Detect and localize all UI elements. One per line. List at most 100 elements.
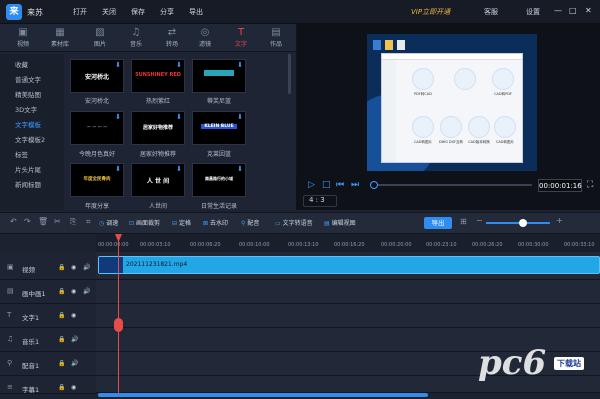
category-item[interactable]: 新闻标题 xyxy=(0,178,64,193)
undo-icon[interactable]: ↶ xyxy=(10,217,17,226)
mic-track-icon: ⚲ xyxy=(7,359,13,367)
category-item[interactable]: 3D文字 xyxy=(0,103,64,118)
lock-icon[interactable]: 🔒 xyxy=(58,264,65,271)
tab-video[interactable]: ▣ 视频 xyxy=(7,24,39,52)
remove-watermark-button[interactable]: ⊠ 去水印 xyxy=(203,218,228,227)
download-icon[interactable]: ⬇ xyxy=(176,165,182,173)
download-icon[interactable]: ⬇ xyxy=(115,61,121,69)
ruler-tick: 00:00:20:00 xyxy=(381,242,412,248)
delete-icon[interactable]: 🗑 xyxy=(38,217,48,226)
menu-open[interactable]: 打开 xyxy=(73,7,87,17)
prev-frame-icon[interactable]: ⏮ xyxy=(336,180,344,190)
zoom-slider[interactable] xyxy=(486,222,550,224)
stop-icon[interactable]: □ xyxy=(322,180,331,190)
dubbing-button[interactable]: ⚲ 配音 xyxy=(241,218,259,227)
redo-icon[interactable]: ↷ xyxy=(24,217,31,226)
lock-icon[interactable]: 🔒 xyxy=(58,384,65,391)
playhead[interactable] xyxy=(118,234,119,394)
tab-library[interactable]: ▦ 素材库 xyxy=(44,24,76,52)
tab-music[interactable]: ♫ 音乐 xyxy=(120,24,152,52)
audio-marker[interactable] xyxy=(114,318,123,332)
download-icon[interactable]: ⬇ xyxy=(176,61,182,69)
support-button[interactable]: 客服 xyxy=(484,7,498,17)
tab-filter[interactable]: ◎ 滤镜 xyxy=(189,24,221,52)
track-music: ♫ 音乐1 🔒 🔊 xyxy=(0,328,96,352)
settings-button[interactable]: 设置 xyxy=(526,7,540,17)
visible-icon[interactable]: ◉ xyxy=(71,312,76,319)
menu-close[interactable]: 关闭 xyxy=(102,7,116,17)
next-frame-icon[interactable]: ⏭ xyxy=(351,180,359,190)
pip-lane[interactable] xyxy=(96,280,600,304)
volume-icon[interactable]: 🔊 xyxy=(83,288,90,295)
download-icon[interactable]: ⬇ xyxy=(176,113,182,121)
template-thumb[interactable]: ⬇ xyxy=(192,59,246,93)
copy-icon[interactable]: ⎘ xyxy=(70,217,76,227)
minimize-icon[interactable]: — xyxy=(554,6,562,15)
visible-icon[interactable]: ◉ xyxy=(71,264,76,271)
zoom-knob[interactable] xyxy=(519,219,527,227)
export-button[interactable]: 导出 xyxy=(424,217,452,229)
vip-link[interactable]: VIP立即开通 xyxy=(411,7,450,17)
template-thumb[interactable]: SUNSHINEY RED ⬇ xyxy=(131,59,185,93)
volume-icon[interactable]: 🔊 xyxy=(71,336,78,343)
template-thumb[interactable]: 南昌路行的小城 ⬇ xyxy=(192,163,246,197)
speed-button[interactable]: ◷ 调速 xyxy=(99,218,118,227)
category-item[interactable]: 文字模板2 xyxy=(0,133,64,148)
tab-transition[interactable]: ⇄ 转场 xyxy=(156,24,188,52)
category-item[interactable]: 精美贴图 xyxy=(0,88,64,103)
lock-icon[interactable]: 🔒 xyxy=(58,288,65,295)
download-icon[interactable]: ⬇ xyxy=(237,165,243,173)
close-icon[interactable]: ✕ xyxy=(585,6,592,15)
menu-save[interactable]: 保存 xyxy=(131,7,145,17)
progress-knob[interactable] xyxy=(370,181,378,189)
panel-scrollbar[interactable] xyxy=(288,54,291,94)
crop-icon[interactable]: ⌗ xyxy=(86,217,91,227)
volume-icon[interactable]: 🔊 xyxy=(83,264,90,271)
visible-icon[interactable]: ◉ xyxy=(71,384,76,391)
edit-view-button[interactable]: ▤ 编辑视图 xyxy=(324,218,356,227)
zoom-out-icon[interactable]: − xyxy=(476,216,483,225)
download-icon[interactable]: ⬇ xyxy=(115,113,121,121)
music-icon: ♫ xyxy=(131,27,141,38)
template-thumb[interactable]: 人 世 间 ⬇ xyxy=(131,163,185,197)
download-icon[interactable]: ⬇ xyxy=(237,113,243,121)
category-item[interactable]: 片头片尾 xyxy=(0,163,64,178)
aspect-ratio: 4 : 3 xyxy=(309,196,325,204)
menu-export[interactable]: 导出 xyxy=(189,7,203,17)
template-thumb[interactable]: — — — — ⬇ xyxy=(70,111,124,145)
play-icon[interactable]: ▷ xyxy=(308,180,315,190)
download-icon[interactable]: ⬇ xyxy=(115,165,121,173)
template-thumb[interactable]: 年度全民骨肉 ⬇ xyxy=(70,163,124,197)
crop-button[interactable]: ⊡ 画面裁剪 xyxy=(129,218,160,227)
visible-icon[interactable]: ◉ xyxy=(71,288,76,295)
fit-icon[interactable]: ⊞ xyxy=(460,217,467,226)
category-item-active[interactable]: 文字模板 xyxy=(0,118,64,133)
freeze-button[interactable]: ⊟ 定格 xyxy=(172,218,191,227)
split-icon[interactable]: ✂ xyxy=(54,217,61,226)
download-icon[interactable]: ⬇ xyxy=(237,61,243,69)
category-item[interactable]: 普通文字 xyxy=(0,73,64,88)
fullscreen-icon[interactable]: ⛶ xyxy=(587,180,593,190)
template-caption: 年度分享 xyxy=(84,203,109,210)
maximize-icon[interactable]: □ xyxy=(569,6,577,15)
zoom-in-icon[interactable]: + xyxy=(556,216,563,225)
template-thumb[interactable]: 居家好物推荐 ⬇ xyxy=(131,111,185,145)
lock-icon[interactable]: 🔒 xyxy=(58,312,65,319)
category-item[interactable]: 收藏 xyxy=(0,58,64,73)
ruler-tick: 00:00:26:20 xyxy=(472,242,503,248)
template-thumb[interactable]: 安河桥北 ⬇ xyxy=(70,59,124,93)
tts-button[interactable]: ▭ 文字转语音 xyxy=(275,218,313,227)
volume-icon[interactable]: 🔊 xyxy=(71,360,78,367)
lock-icon[interactable]: 🔒 xyxy=(58,360,65,367)
tab-text[interactable]: T 文字 xyxy=(225,24,257,52)
tab-works[interactable]: ▤ 作品 xyxy=(260,24,292,52)
progress-track[interactable] xyxy=(370,184,532,186)
tab-image[interactable]: ▨ 图片 xyxy=(84,24,116,52)
lock-icon[interactable]: 🔒 xyxy=(58,336,65,343)
template-thumb[interactable]: KLEIN BLUE ⬇ xyxy=(192,111,246,145)
timeline-scrollbar[interactable] xyxy=(98,393,428,397)
text-lane[interactable] xyxy=(96,304,600,328)
edit-view-icon: ▤ xyxy=(324,220,330,227)
menu-share[interactable]: 分享 xyxy=(160,7,174,17)
category-item[interactable]: 标签 xyxy=(0,148,64,163)
